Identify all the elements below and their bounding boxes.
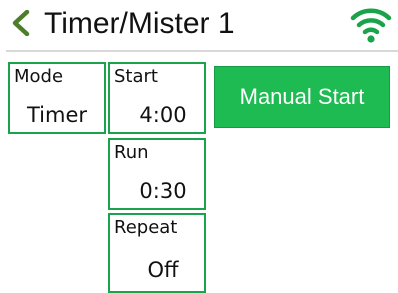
- page-title: Timer/Mister 1: [44, 7, 235, 40]
- mode-value: Timer: [26, 103, 88, 127]
- repeat-label: Repeat: [114, 217, 178, 238]
- start-label: Start: [114, 66, 158, 87]
- header-divider: [6, 50, 398, 52]
- run-value: 0:30: [139, 179, 187, 203]
- wifi-icon: [350, 8, 392, 43]
- wifi-status: [350, 4, 392, 44]
- repeat-setting[interactable]: Repeat Off: [108, 213, 206, 293]
- manual-start-button[interactable]: Manual Start: [214, 66, 390, 128]
- start-value: 4:00: [139, 103, 187, 127]
- chevron-left-icon: [12, 10, 30, 36]
- run-label: Run: [114, 142, 149, 163]
- back-button[interactable]: [8, 9, 34, 37]
- repeat-value: Off: [147, 258, 179, 282]
- run-setting[interactable]: Run 0:30: [108, 138, 206, 210]
- mode-label: Mode: [14, 66, 64, 87]
- start-setting[interactable]: Start 4:00: [108, 62, 206, 134]
- mode-setting[interactable]: Mode Timer: [8, 62, 106, 134]
- header-bar: Timer/Mister 1: [0, 0, 398, 48]
